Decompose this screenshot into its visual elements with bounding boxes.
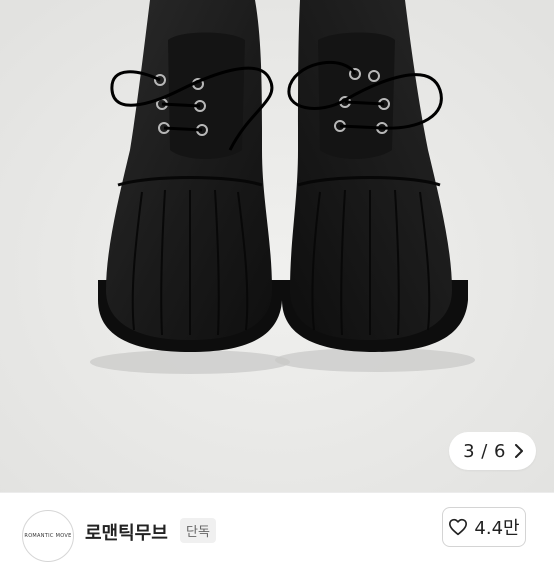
image-counter-text: 3 / 6 — [463, 440, 506, 462]
shoes-photo — [0, 0, 554, 492]
chevron-right-icon — [515, 444, 523, 458]
image-counter[interactable]: 3 / 6 — [449, 432, 536, 470]
like-button[interactable]: 4.4만 — [442, 507, 526, 547]
shop-bar: ROMANTIC MOVE 로맨틱무브 단독 4.4만 — [0, 492, 554, 562]
heart-outline-icon — [449, 518, 468, 536]
shop-avatar[interactable]: ROMANTIC MOVE — [22, 510, 74, 562]
exclusive-badge: 단독 — [180, 518, 216, 543]
like-count: 4.4만 — [474, 518, 520, 539]
shop-name[interactable]: 로맨틱무브 — [85, 519, 168, 545]
shop-logo-text: ROMANTIC MOVE — [24, 533, 72, 539]
product-image[interactable]: 3 / 6 — [0, 0, 554, 492]
